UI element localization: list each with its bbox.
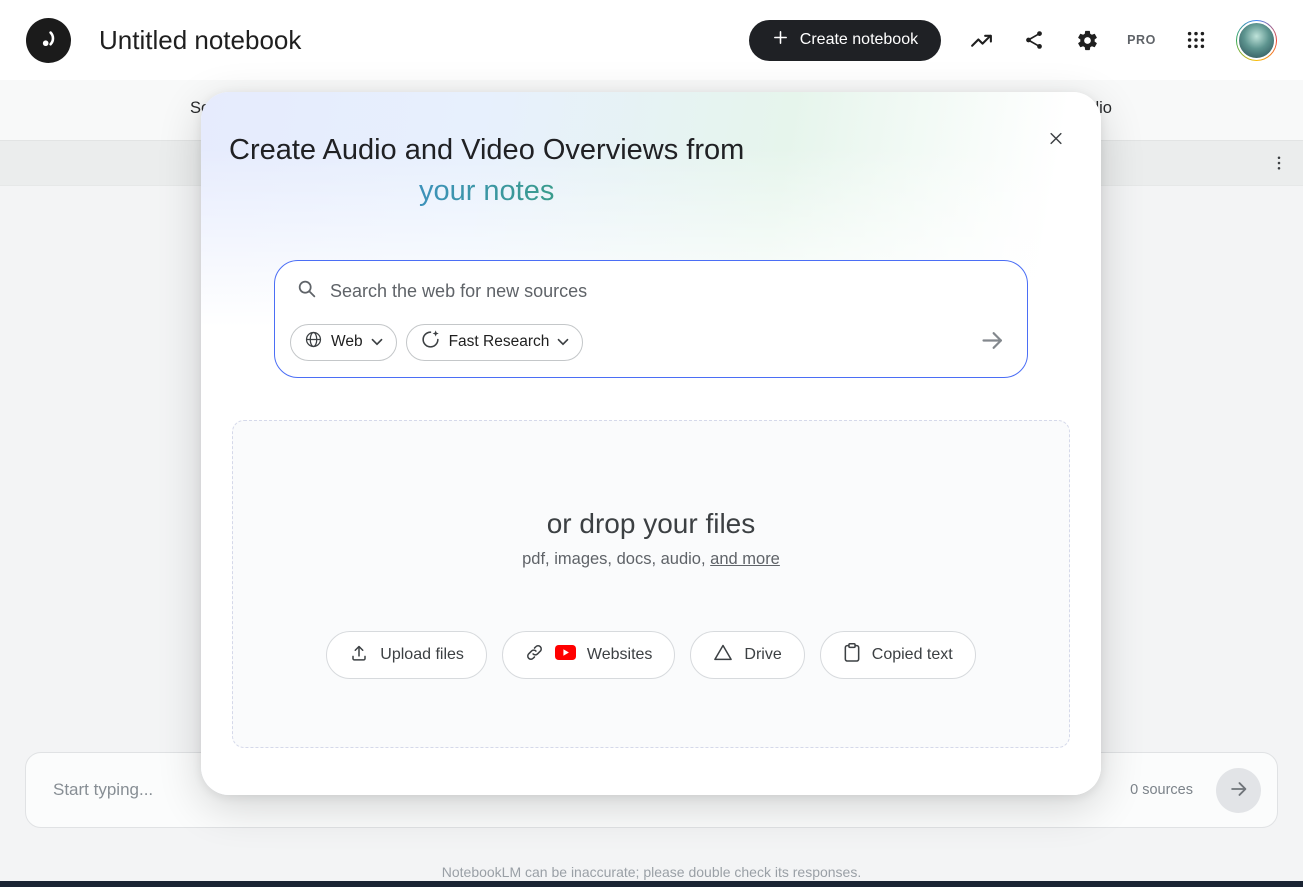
upload-files-label: Upload files	[380, 646, 464, 663]
search-icon	[296, 278, 317, 304]
header: Untitled notebook Create notebook PRO	[0, 0, 1303, 80]
copied-text-label: Copied text	[871, 646, 953, 663]
fast-research-icon	[420, 329, 441, 355]
dialog-title-line2: your notes	[229, 171, 744, 212]
create-notebook-label: Create notebook	[799, 31, 919, 48]
source-buttons-row: Upload files Websites Drive Copied text	[233, 631, 1069, 679]
share-icon[interactable]	[1021, 27, 1047, 53]
research-mode-dropdown[interactable]: Fast Research	[405, 323, 584, 361]
link-icon	[525, 643, 544, 667]
header-actions: Create notebook PRO	[748, 19, 1277, 61]
create-sources-dialog: Create Audio and Video Overviews from yo…	[201, 92, 1101, 795]
pro-badge: PRO	[1127, 33, 1156, 47]
avatar-image	[1237, 20, 1276, 60]
dialog-title: Create Audio and Video Overviews from yo…	[229, 130, 744, 212]
drive-label: Drive	[744, 646, 782, 663]
create-notebook-button[interactable]: Create notebook	[748, 19, 942, 61]
notebooklm-app: Sources Studio Start typing... 0 sources…	[0, 0, 1303, 887]
globe-icon	[304, 330, 323, 354]
clipboard-icon	[843, 642, 861, 668]
source-scope-dropdown[interactable]: Web	[290, 323, 397, 361]
chat-send-button[interactable]	[1216, 767, 1261, 813]
arrow-right-icon	[1228, 778, 1250, 803]
search-options-row: Web Fast Research	[290, 322, 1012, 362]
dropzone-subtext: pdf, images, docs, audio, and more	[233, 550, 1069, 569]
search-input[interactable]	[330, 278, 1007, 304]
apps-grid-icon[interactable]	[1183, 27, 1209, 53]
plus-icon	[772, 29, 789, 51]
submit-search-button[interactable]	[972, 322, 1012, 362]
and-more-link[interactable]: and more	[710, 550, 780, 568]
drive-icon	[713, 643, 733, 667]
dropzone-subtext-prefix: pdf, images, docs, audio,	[522, 550, 711, 568]
dropzone-heading: or drop your files	[546, 508, 756, 539]
dialog-title-line1: Create Audio and Video Overviews from	[229, 134, 745, 166]
chevron-down-icon	[557, 333, 569, 351]
sources-count: 0 sources	[1130, 782, 1193, 798]
notebooklm-logo-icon[interactable]	[26, 17, 71, 63]
chevron-down-icon	[371, 333, 383, 351]
search-box: Web Fast Research	[274, 260, 1028, 378]
close-icon[interactable]	[1041, 123, 1071, 153]
more-options-icon[interactable]	[1268, 152, 1290, 174]
analytics-icon[interactable]	[968, 27, 994, 53]
drive-button[interactable]: Drive	[690, 631, 805, 679]
copied-text-button[interactable]: Copied text	[819, 631, 976, 679]
search-row	[275, 261, 1027, 304]
disclaimer-text: NotebookLM can be inaccurate; please dou…	[441, 864, 862, 880]
source-scope-label: Web	[331, 333, 363, 350]
avatar[interactable]	[1236, 19, 1277, 61]
arrow-right-icon	[979, 327, 1006, 357]
settings-gear-icon[interactable]	[1074, 27, 1100, 53]
bottom-edge	[0, 881, 1303, 887]
file-dropzone[interactable]: or drop your files pdf, images, docs, au…	[232, 420, 1070, 748]
notebook-title[interactable]: Untitled notebook	[99, 25, 301, 56]
youtube-icon	[554, 645, 576, 665]
websites-button[interactable]: Websites	[501, 631, 676, 679]
research-mode-label: Fast Research	[448, 333, 550, 350]
upload-icon	[349, 643, 369, 668]
websites-label: Websites	[586, 646, 653, 663]
upload-files-button[interactable]: Upload files	[326, 631, 487, 679]
